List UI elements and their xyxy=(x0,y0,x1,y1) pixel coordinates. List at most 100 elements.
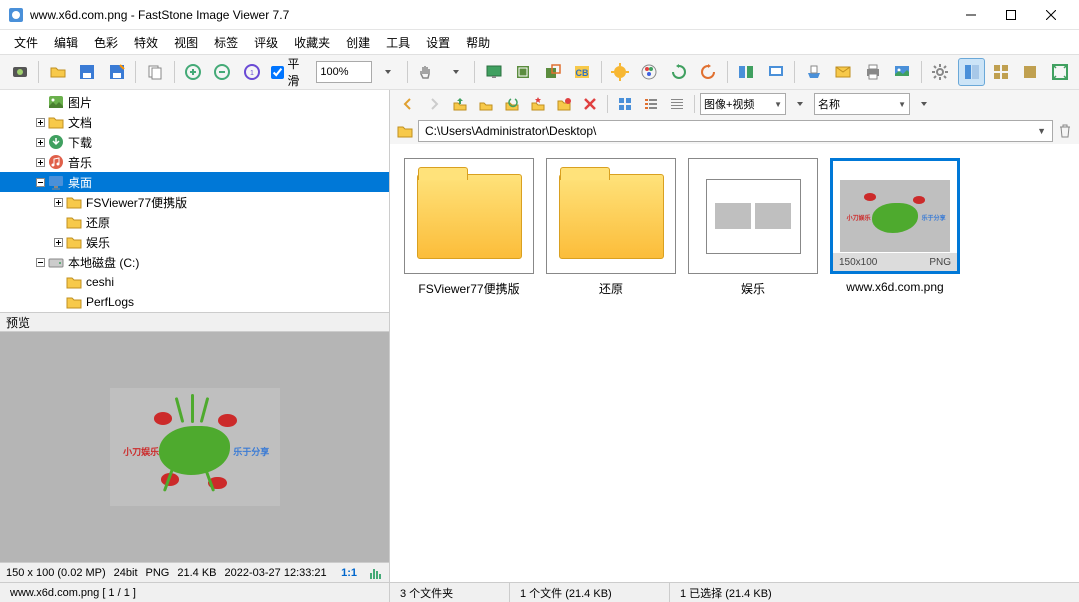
thumb-format: PNG xyxy=(929,257,951,268)
hand-icon[interactable] xyxy=(413,58,440,86)
menu-view[interactable]: 视图 xyxy=(166,31,206,54)
color-icon[interactable] xyxy=(636,58,663,86)
tree-node[interactable]: 还原 xyxy=(0,212,389,232)
tree-node[interactable]: FSViewer77便携版 xyxy=(0,192,389,212)
thumbnail-item[interactable]: 小刀娱乐乐于分享150x100PNGwww.x6d.com.png xyxy=(830,158,960,294)
expander-icon[interactable] xyxy=(32,154,48,170)
save-icon[interactable] xyxy=(74,58,101,86)
view-single-icon[interactable] xyxy=(1017,58,1044,86)
nav-new-folder-icon[interactable] xyxy=(552,92,576,116)
tree-node[interactable]: 桌面 xyxy=(0,172,389,192)
zoom-out-icon[interactable] xyxy=(209,58,236,86)
expander-icon[interactable] xyxy=(50,294,66,310)
tree-node[interactable]: 本地磁盘 (C:) xyxy=(0,252,389,272)
expander-icon[interactable] xyxy=(32,94,48,110)
tree-node[interactable]: 图片 xyxy=(0,92,389,112)
scan-icon[interactable] xyxy=(800,58,827,86)
tree-node[interactable]: 文档 xyxy=(0,112,389,132)
picture-icon xyxy=(48,94,64,110)
view-list-icon[interactable] xyxy=(639,92,663,116)
zoom-dropdown-icon[interactable] xyxy=(374,58,401,86)
filter-dropdown-icon[interactable] xyxy=(788,92,812,116)
view-browser-icon[interactable] xyxy=(958,58,985,86)
zoom-actual-icon[interactable]: 1 xyxy=(238,58,265,86)
menu-settings[interactable]: 设置 xyxy=(418,31,458,54)
tree-node[interactable]: 娱乐 xyxy=(0,232,389,252)
nav-favorite-icon[interactable] xyxy=(526,92,550,116)
menu-file[interactable]: 文件 xyxy=(6,31,46,54)
tree-node[interactable]: 下载 xyxy=(0,132,389,152)
settings-icon[interactable] xyxy=(927,58,954,86)
tree-node[interactable]: 音乐 xyxy=(0,152,389,172)
menu-tags[interactable]: 标签 xyxy=(206,31,246,54)
path-dropdown-icon[interactable]: ▼ xyxy=(1037,126,1046,136)
expander-icon[interactable] xyxy=(32,134,48,150)
maximize-button[interactable] xyxy=(991,0,1031,30)
print-icon[interactable] xyxy=(859,58,886,86)
path-input[interactable]: C:\Users\Administrator\Desktop\ ▼ xyxy=(418,120,1053,142)
resize-icon[interactable] xyxy=(539,58,566,86)
save-as-icon[interactable] xyxy=(103,58,130,86)
trash-icon[interactable] xyxy=(1057,123,1073,139)
expander-icon[interactable] xyxy=(32,114,48,130)
screen-icon[interactable] xyxy=(480,58,507,86)
tree-node[interactable]: ceshi xyxy=(0,272,389,292)
crop-icon[interactable] xyxy=(510,58,537,86)
view-thumbnails-icon[interactable] xyxy=(987,58,1014,86)
menu-color[interactable]: 色彩 xyxy=(86,31,126,54)
minimize-button[interactable] xyxy=(951,0,991,30)
smooth-check-input[interactable] xyxy=(271,66,284,79)
expander-icon[interactable] xyxy=(50,214,66,230)
zoom-in-icon[interactable] xyxy=(179,58,206,86)
preview-title: 预览 xyxy=(6,314,30,331)
close-button[interactable] xyxy=(1031,0,1071,30)
thumbnail-area[interactable]: FSViewer77便携版还原娱乐小刀娱乐乐于分享150x100PNGwww.x… xyxy=(390,144,1079,582)
nav-forward-icon[interactable] xyxy=(422,92,446,116)
menu-effects[interactable]: 特效 xyxy=(126,31,166,54)
expander-icon[interactable] xyxy=(50,194,66,210)
menu-tools[interactable]: 工具 xyxy=(378,31,418,54)
copy-icon[interactable] xyxy=(141,58,168,86)
rotate-right-icon[interactable] xyxy=(694,58,721,86)
view-fullscreen-icon[interactable] xyxy=(1046,58,1073,86)
thumbnail-item[interactable]: FSViewer77便携版 xyxy=(404,158,534,297)
smooth-checkbox[interactable]: 平滑 xyxy=(267,55,314,89)
menu-edit[interactable]: 编辑 xyxy=(46,31,86,54)
expander-icon[interactable] xyxy=(50,234,66,250)
text-tool-icon[interactable]: CB xyxy=(568,58,595,86)
sort-combo[interactable]: 名称 ▼ xyxy=(814,93,910,115)
preview-area[interactable]: 小刀娱乐 乐于分享 xyxy=(0,332,389,562)
view-details-icon[interactable] xyxy=(665,92,689,116)
expander-icon[interactable] xyxy=(32,174,48,190)
acquire-icon[interactable] xyxy=(6,58,33,86)
tree-node[interactable]: PerfLogs xyxy=(0,292,389,312)
nav-delete-icon[interactable] xyxy=(578,92,602,116)
menu-create[interactable]: 创建 xyxy=(338,31,378,54)
select-all-icon[interactable] xyxy=(613,92,637,116)
menu-rating[interactable]: 评级 xyxy=(246,31,286,54)
thumbnail-item[interactable]: 还原 xyxy=(546,158,676,297)
histogram-icon[interactable] xyxy=(369,567,383,579)
wallpaper-icon[interactable] xyxy=(888,58,915,86)
rotate-left-icon[interactable] xyxy=(665,58,692,86)
menu-favorites[interactable]: 收藏夹 xyxy=(286,31,338,54)
adjust-icon[interactable] xyxy=(607,58,634,86)
nav-home-icon[interactable] xyxy=(474,92,498,116)
slideshow-icon[interactable] xyxy=(762,58,789,86)
hand-dropdown-icon[interactable] xyxy=(442,58,469,86)
nav-up-icon[interactable] xyxy=(448,92,472,116)
compare-icon[interactable] xyxy=(733,58,760,86)
menu-help[interactable]: 帮助 xyxy=(458,31,498,54)
thumbnail-item[interactable]: 娱乐 xyxy=(688,158,818,297)
tree-node-label: 文档 xyxy=(68,114,92,131)
folder-tree[interactable]: 图片文档下载音乐桌面FSViewer77便携版还原娱乐本地磁盘 (C:)cesh… xyxy=(0,90,389,312)
filter-combo[interactable]: 图像+视频 ▼ xyxy=(700,93,786,115)
open-icon[interactable] xyxy=(44,58,71,86)
expander-icon[interactable] xyxy=(32,254,48,270)
expander-icon[interactable] xyxy=(50,274,66,290)
zoom-combo[interactable] xyxy=(316,61,372,83)
nav-refresh-icon[interactable] xyxy=(500,92,524,116)
nav-back-icon[interactable] xyxy=(396,92,420,116)
sort-dropdown-icon[interactable] xyxy=(912,92,936,116)
email-icon[interactable] xyxy=(830,58,857,86)
